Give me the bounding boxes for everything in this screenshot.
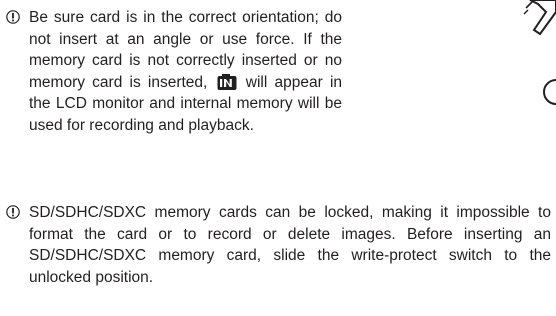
note-2-text: SD/SDHC/SDXC memory cards can be locked,… [29,204,551,286]
camera-card-slot-illustration [523,0,556,105]
caution-note-write-protect: SD/SDHC/SDXC memory cards can be locked,… [6,202,551,288]
internal-memory-icon [217,73,237,90]
caution-note-orientation: Be sure card is in the correct orientati… [6,7,342,137]
caution-icon [6,10,20,24]
manual-page: Be sure card is in the correct orientati… [0,0,556,316]
caution-icon [6,205,20,219]
